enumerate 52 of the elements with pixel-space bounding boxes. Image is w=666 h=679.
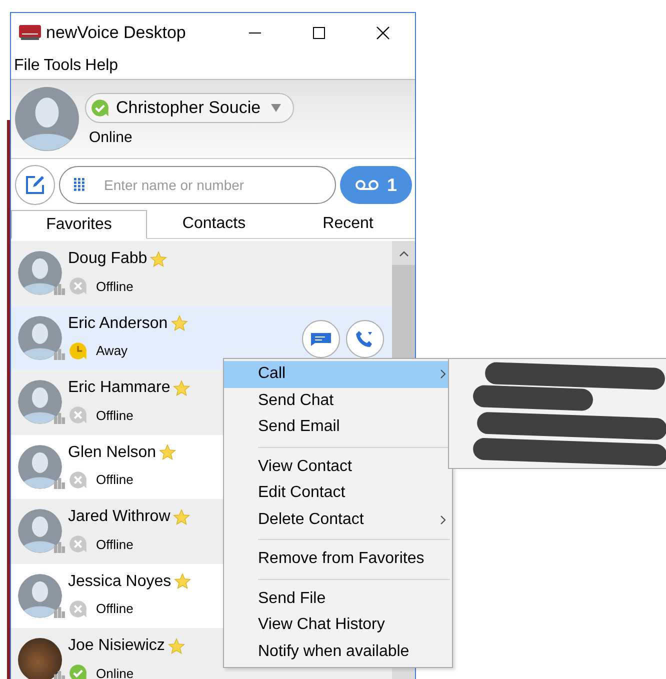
window-title: newVoice Desktop bbox=[46, 23, 186, 43]
contact-name: Jessica Noyes bbox=[68, 572, 172, 591]
close-icon bbox=[375, 25, 391, 41]
contact-status: Offline bbox=[96, 278, 134, 294]
star-icon bbox=[170, 315, 188, 332]
contact-name: Doug Fabb bbox=[68, 250, 148, 268]
compose-icon bbox=[25, 175, 45, 195]
star-icon bbox=[173, 380, 190, 397]
contact-status: Offline bbox=[96, 472, 134, 488]
voicemail-icon bbox=[354, 179, 379, 191]
contact-name: Glen Nelson bbox=[68, 444, 156, 462]
app-logo-icon bbox=[19, 25, 41, 41]
building-icon bbox=[54, 542, 65, 554]
star-icon bbox=[150, 250, 168, 268]
star-icon bbox=[174, 573, 192, 590]
star-icon bbox=[159, 444, 176, 462]
menu-item[interactable]: Help bbox=[85, 57, 118, 75]
building-icon bbox=[54, 348, 65, 360]
contact-name: Jared Withrow bbox=[68, 508, 170, 526]
menu-item[interactable]: File bbox=[14, 57, 40, 75]
building-icon bbox=[54, 284, 65, 296]
contact-name: Eric Anderson bbox=[68, 314, 168, 333]
phone-icon bbox=[355, 328, 375, 348]
minimize-icon bbox=[249, 32, 261, 34]
compose-button[interactable] bbox=[15, 165, 55, 205]
call-button[interactable] bbox=[346, 320, 384, 358]
building-icon bbox=[54, 606, 65, 618]
contact-name: Joe Nisiewicz bbox=[68, 637, 165, 656]
tab[interactable]: Favorites bbox=[11, 210, 147, 239]
contact-status: Offline bbox=[96, 408, 134, 423]
building-icon bbox=[54, 671, 65, 679]
building-icon bbox=[54, 413, 65, 424]
star-icon bbox=[168, 638, 185, 655]
contact-row[interactable]: Doug Fabb Offline bbox=[11, 241, 392, 306]
menu-item[interactable]: Tools bbox=[44, 57, 82, 75]
contact-status: Offline bbox=[96, 601, 134, 616]
chat-button[interactable] bbox=[302, 320, 340, 358]
maximize-icon bbox=[311, 25, 327, 41]
building-icon bbox=[54, 478, 65, 489]
dialpad-icon bbox=[73, 178, 85, 192]
user-status-text: Online bbox=[88, 128, 134, 146]
search-field[interactable]: Enter name or number bbox=[59, 166, 336, 204]
star-icon bbox=[173, 508, 190, 526]
caret-icon bbox=[270, 104, 281, 112]
contact-name: Eric Hammare bbox=[68, 379, 170, 398]
contact-status: Online bbox=[96, 666, 134, 679]
scroll-up-icon[interactable] bbox=[399, 251, 409, 257]
avatar-silhouette-icon bbox=[15, 87, 79, 151]
chat-icon bbox=[311, 332, 331, 346]
contact-status: Offline bbox=[96, 536, 134, 552]
contact-status: Away bbox=[96, 343, 128, 358]
user-status-dropdown[interactable]: Christopher Soucie bbox=[85, 92, 294, 122]
